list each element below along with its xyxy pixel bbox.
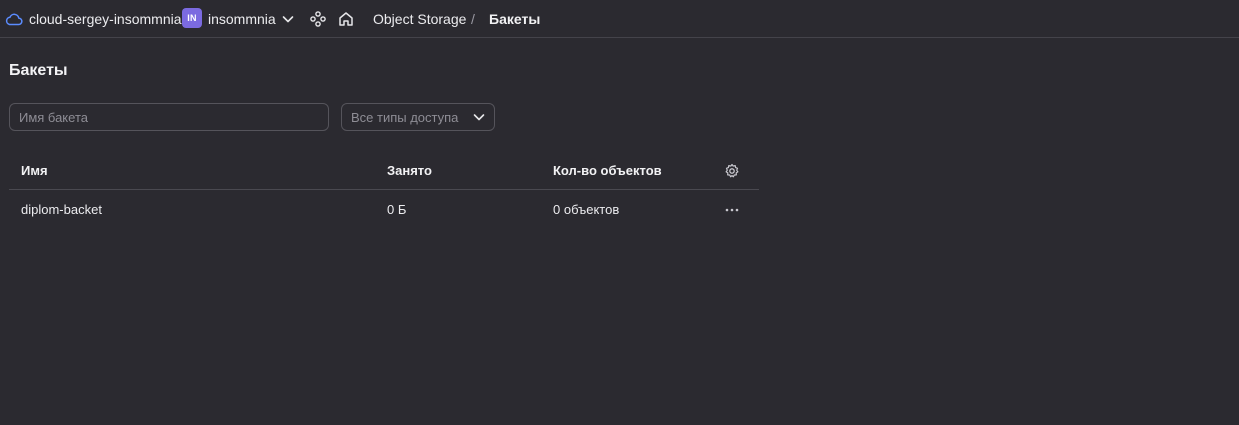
column-header-size[interactable]: Занято [387, 163, 432, 179]
folder-name-crumb[interactable]: insommnia [208, 11, 276, 27]
table-row[interactable]: diplom-backet 0 Б 0 объектов [9, 190, 759, 230]
bucket-object-count-cell: 0 объектов [553, 202, 620, 217]
buckets-table: Имя Занято Кол-во объектов diplom-backet… [9, 152, 759, 230]
folder-avatar-badge[interactable]: IN [182, 8, 202, 28]
gear-icon[interactable] [724, 163, 740, 179]
service-crumb[interactable]: Object Storage [373, 11, 466, 27]
access-type-select-value: Все типы доступа [351, 109, 459, 125]
page-title: Бакеты [9, 62, 68, 79]
chevron-down-icon [473, 114, 485, 121]
table-header: Имя Занято Кол-во объектов [9, 152, 759, 190]
bucket-name-search-input[interactable] [9, 103, 329, 131]
home-icon[interactable] [337, 10, 355, 28]
column-header-object-count[interactable]: Кол-во объектов [553, 163, 662, 179]
bucket-size-cell: 0 Б [387, 202, 407, 217]
bucket-name-cell[interactable]: diplom-backet [21, 202, 102, 218]
cloud-icon[interactable] [5, 11, 23, 27]
access-type-select[interactable]: Все типы доступа [341, 103, 495, 131]
current-page-crumb: Бакеты [489, 11, 541, 27]
top-navigation-bar: cloud-sergey-insommnia IN insommnia Obje… [0, 0, 1239, 38]
column-header-name[interactable]: Имя [21, 163, 48, 179]
breadcrumb-separator: / [471, 11, 475, 27]
more-actions-icon[interactable] [723, 202, 741, 218]
services-icon[interactable] [309, 10, 327, 28]
chevron-down-icon[interactable] [281, 11, 295, 27]
cloud-name-crumb[interactable]: cloud-sergey-insommnia [29, 11, 182, 27]
